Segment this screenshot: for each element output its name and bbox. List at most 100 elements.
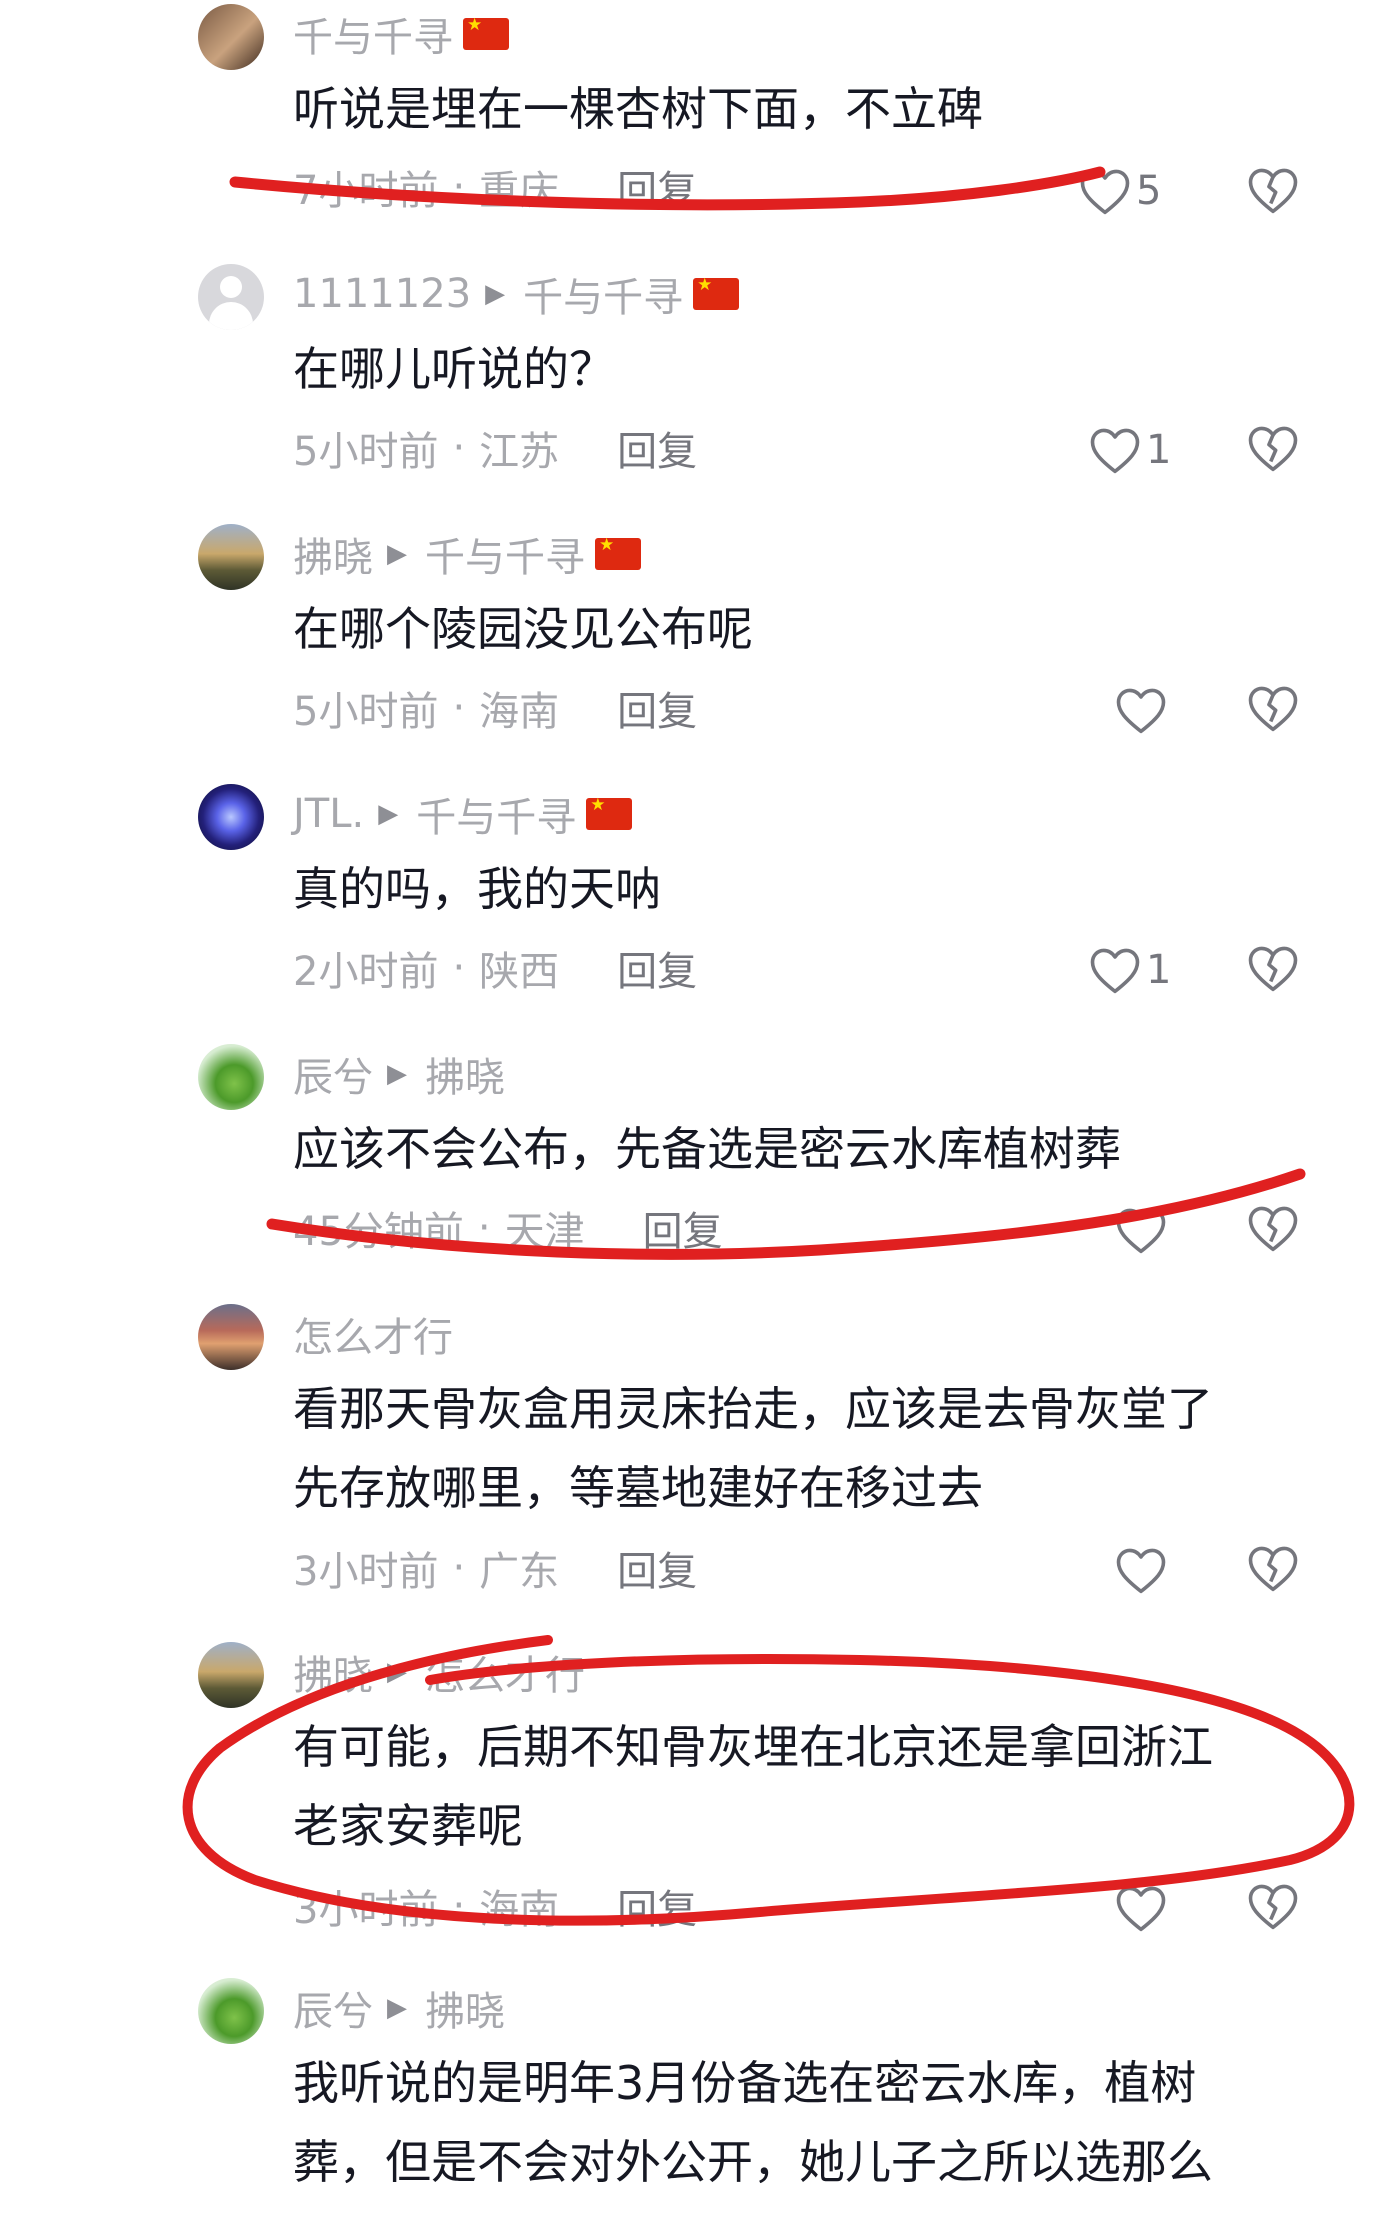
separator-dot: · <box>452 685 466 731</box>
china-flag-icon <box>693 277 740 310</box>
reply-button[interactable]: 回复 <box>617 158 697 216</box>
reply-arrow-icon: ▶ <box>378 799 399 829</box>
dislike-button[interactable] <box>1246 164 1300 216</box>
heart-outline-icon <box>1116 688 1166 734</box>
like-count: 1 <box>1146 947 1172 993</box>
reply-button[interactable]: 回复 <box>617 679 697 737</box>
separator-dot: · <box>452 164 466 210</box>
comment-text: 听说是埋在一棵杏树下面，不立碑 <box>293 70 983 149</box>
reply-button[interactable]: 回复 <box>617 1877 697 1935</box>
heart-outline-icon <box>1090 948 1140 994</box>
like-button[interactable]: 1 <box>1088 940 1171 1000</box>
heart-outline-icon <box>1116 1548 1166 1594</box>
dislike-button[interactable] <box>1246 942 1300 994</box>
separator-dot: · <box>477 1205 491 1251</box>
avatar[interactable] <box>198 4 264 70</box>
comment-line: 听说是埋在一棵杏树下面，不立碑 <box>293 82 983 136</box>
comment-list: 千与千寻 听说是埋在一棵杏树下面，不立碑 7小时前 · 重庆 回复 5 1111… <box>0 0 1374 2220</box>
dislike-button[interactable] <box>1246 682 1300 734</box>
avatar[interactable] <box>198 1642 264 1708</box>
broken-heart-icon <box>1248 686 1298 732</box>
like-button[interactable] <box>1114 1540 1168 1600</box>
username[interactable]: 辰兮 <box>293 1979 373 2037</box>
like-button[interactable] <box>1114 1878 1168 1938</box>
heart-outline-icon <box>1080 169 1130 215</box>
avatar[interactable] <box>198 1044 264 1110</box>
dislike-button[interactable] <box>1246 1880 1300 1932</box>
separator-dot: · <box>452 1883 466 1929</box>
reply-button[interactable]: 回复 <box>617 1539 697 1597</box>
separator-dot: · <box>452 1545 466 1591</box>
reply-arrow-icon: ▶ <box>387 539 407 569</box>
comment-text: 应该不会公布，先备选是密云水库植树葬 <box>293 1110 1121 1189</box>
location: 海南 <box>479 689 560 735</box>
comment-text: 在哪儿听说的？ <box>293 330 615 409</box>
reply-to-username[interactable]: 拂晓 <box>425 1979 505 2037</box>
comment-text: 在哪个陵园没见公布呢 <box>293 590 753 669</box>
comment-line: 在哪儿听说的？ <box>293 342 615 396</box>
location: 江苏 <box>479 429 560 475</box>
heart-outline-icon <box>1116 1208 1166 1254</box>
username[interactable]: 1111123 <box>293 271 471 317</box>
avatar[interactable] <box>198 1978 264 2044</box>
comment-line: 葬，但是不会对外公开，她儿子之所以选那么 <box>293 2135 1213 2189</box>
heart-outline-icon <box>1090 428 1140 474</box>
timestamp: 5小时前 <box>293 689 439 735</box>
avatar[interactable] <box>198 1304 264 1370</box>
broken-heart-icon <box>1248 946 1298 992</box>
username[interactable]: 千与千寻 <box>293 5 453 63</box>
reply-to-username[interactable]: 千与千寻 <box>425 525 585 583</box>
reply-arrow-icon: ▶ <box>387 1993 407 2023</box>
reply-arrow-icon: ▶ <box>387 1059 407 1089</box>
comment-line: 我听说的是明年3月份备选在密云水库，植树 <box>293 2056 1197 2110</box>
username[interactable]: 拂晓 <box>293 525 373 583</box>
broken-heart-icon <box>1248 168 1298 214</box>
location: 广东 <box>479 1549 560 1595</box>
username[interactable]: 辰兮 <box>293 1045 373 1103</box>
comment-line: 先存放哪里，等墓地建好在移过去 <box>293 1461 983 1515</box>
dislike-button[interactable] <box>1246 1542 1300 1594</box>
reply-to-username[interactable]: 拂晓 <box>425 1045 505 1103</box>
reply-to-username[interactable]: 怎么才行 <box>425 1643 585 1701</box>
heart-outline-icon <box>1116 1886 1166 1932</box>
location: 重庆 <box>479 168 560 214</box>
comment-line: 应该不会公布，先备选是密云水库植树葬 <box>293 1122 1121 1176</box>
comment-line: 真的吗，我的天呐 <box>293 862 661 916</box>
broken-heart-icon <box>1248 426 1298 472</box>
separator-dot: · <box>452 425 466 471</box>
avatar[interactable] <box>198 264 264 330</box>
timestamp: 45分钟前 <box>293 1209 464 1255</box>
like-button[interactable] <box>1114 680 1168 740</box>
like-count: 1 <box>1146 427 1172 473</box>
username[interactable]: 怎么才行 <box>293 1305 453 1363</box>
comment-line: 老家安葬呢 <box>293 1799 523 1853</box>
like-button[interactable] <box>1114 1200 1168 1260</box>
broken-heart-icon <box>1248 1546 1298 1592</box>
comment-text: 我听说的是明年3月份备选在密云水库，植树 葬，但是不会对外公开，她儿子之所以选那… <box>293 2044 1213 2202</box>
timestamp: 3小时前 <box>293 1549 439 1595</box>
reply-button[interactable]: 回复 <box>617 419 697 477</box>
location: 陕西 <box>479 949 560 995</box>
location: 天津 <box>504 1209 585 1255</box>
location: 海南 <box>479 1887 560 1933</box>
like-button[interactable]: 5 <box>1078 161 1161 221</box>
username[interactable]: 拂晓 <box>293 1643 373 1701</box>
comment-text: 看那天骨灰盒用灵床抬走，应该是去骨灰堂了 先存放哪里，等墓地建好在移过去 <box>293 1370 1213 1528</box>
dislike-button[interactable] <box>1246 422 1300 474</box>
reply-to-username[interactable]: 千与千寻 <box>416 785 576 843</box>
avatar[interactable] <box>198 524 264 590</box>
reply-button[interactable]: 回复 <box>643 1199 723 1257</box>
dislike-button[interactable] <box>1246 1202 1300 1254</box>
comment-text: 有可能，后期不知骨灰埋在北京还是拿回浙江 老家安葬呢 <box>293 1708 1213 1866</box>
broken-heart-icon <box>1248 1206 1298 1252</box>
reply-to-username[interactable]: 千与千寻 <box>523 265 683 323</box>
timestamp: 2小时前 <box>293 949 439 995</box>
reply-button[interactable]: 回复 <box>617 939 697 997</box>
like-button[interactable]: 1 <box>1088 420 1171 480</box>
timestamp: 5小时前 <box>293 429 439 475</box>
username[interactable]: JTL. <box>293 791 364 837</box>
avatar[interactable] <box>198 784 264 850</box>
china-flag-icon <box>463 17 509 50</box>
separator-dot: · <box>452 945 466 991</box>
comment-line: 在哪个陵园没见公布呢 <box>293 602 753 656</box>
